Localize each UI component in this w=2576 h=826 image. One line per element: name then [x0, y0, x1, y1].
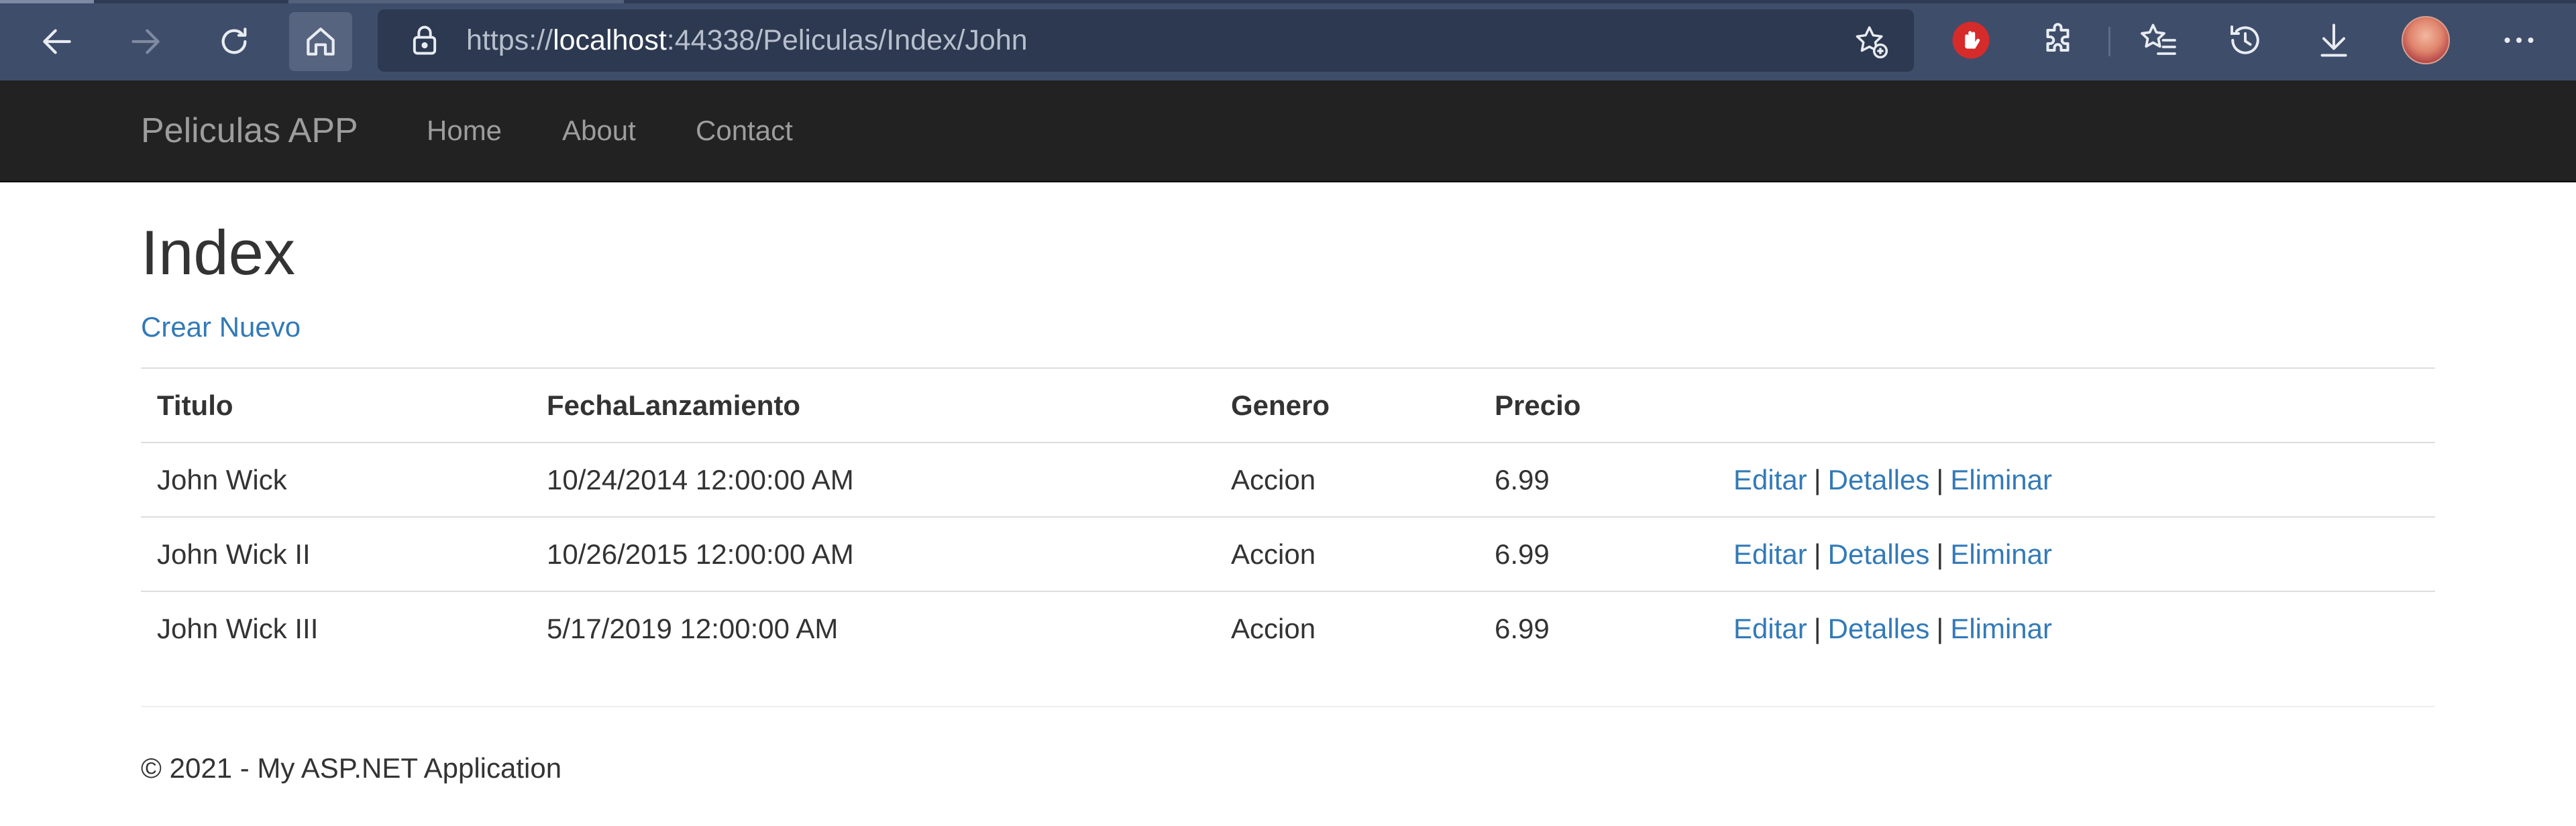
- cell-actions: Editar | Detalles | Eliminar: [1717, 591, 2435, 666]
- delete-link[interactable]: Eliminar: [1950, 613, 2052, 644]
- cell-fecha: 10/26/2015 12:00:00 AM: [531, 516, 1215, 591]
- details-link[interactable]: Detalles: [1828, 464, 1930, 495]
- cell-titulo: John Wick III: [141, 591, 531, 666]
- address-bar[interactable]: https://localhost:44338/Peliculas/Index/…: [378, 9, 1914, 72]
- details-link[interactable]: Detalles: [1828, 538, 1930, 570]
- header-genero: Genero: [1215, 367, 1479, 443]
- tab-indicator-secondary: [288, 0, 624, 3]
- url-path: :44338/Peliculas/Index/John: [666, 24, 1028, 56]
- create-new-link[interactable]: Crear Nuevo: [141, 310, 301, 345]
- edit-link[interactable]: Editar: [1733, 464, 1807, 495]
- edit-link[interactable]: Editar: [1733, 613, 1807, 644]
- action-separator: |: [1813, 613, 1821, 644]
- cell-titulo: John Wick II: [141, 516, 531, 591]
- lock-icon[interactable]: [407, 23, 442, 58]
- footer-divider: [141, 706, 2435, 707]
- action-separator: |: [1936, 538, 1944, 570]
- page-title: Index: [141, 217, 295, 288]
- more-menu-button[interactable]: [2496, 17, 2542, 64]
- refresh-icon: [221, 27, 247, 54]
- table-row: John Wick 10/24/2014 12:00:00 AM Accion …: [141, 442, 2435, 517]
- edit-link[interactable]: Editar: [1733, 538, 1807, 570]
- cell-precio: 6.99: [1479, 516, 1717, 591]
- extension-block-button[interactable]: [1947, 17, 1994, 64]
- browser-toolbar: https://localhost:44338/Peliculas/Index/…: [0, 0, 2576, 80]
- favorites-button[interactable]: [2135, 17, 2182, 64]
- back-button[interactable]: [25, 12, 89, 71]
- profile-avatar[interactable]: [2402, 16, 2450, 64]
- movies-table: Titulo FechaLanzamiento Genero Precio Jo…: [141, 367, 2435, 666]
- stop-hand-icon: [1952, 21, 1990, 59]
- star-add-icon[interactable]: [1852, 23, 1890, 60]
- url-host: localhost: [553, 24, 667, 56]
- tab-indicator: [0, 0, 94, 3]
- puzzle-icon: [2046, 23, 2070, 52]
- header-fecha: FechaLanzamiento: [531, 367, 1215, 443]
- toolbar-separator: [2108, 27, 2110, 56]
- cell-genero: Accion: [1215, 591, 1479, 666]
- header-precio: Precio: [1479, 367, 1717, 443]
- history-icon: [2231, 25, 2259, 54]
- arrow-left-icon: [43, 29, 71, 54]
- extensions-button[interactable]: [2036, 17, 2083, 64]
- footer-text: © 2021 - My ASP.NET Application: [141, 752, 562, 784]
- delete-link[interactable]: Eliminar: [1950, 538, 2052, 570]
- cell-fecha: 5/17/2019 12:00:00 AM: [531, 591, 1215, 666]
- nav-link-contact[interactable]: Contact: [696, 80, 793, 181]
- site-navbar: Peliculas APP Home About Contact: [0, 80, 2576, 182]
- home-button[interactable]: [289, 12, 352, 71]
- cell-titulo: John Wick: [141, 442, 531, 517]
- download-icon: [2320, 23, 2347, 57]
- action-separator: |: [1813, 463, 1821, 495]
- favorites-list-icon: [2141, 23, 2176, 55]
- url-scheme: https://: [466, 24, 553, 56]
- refresh-button[interactable]: [203, 12, 266, 71]
- table-header-row: Titulo FechaLanzamiento Genero Precio: [141, 367, 2435, 443]
- url-text[interactable]: https://localhost:44338/Peliculas/Index/…: [466, 9, 1028, 72]
- action-separator: |: [1936, 463, 1944, 495]
- cell-actions: Editar | Detalles | Eliminar: [1717, 516, 2435, 591]
- cell-actions: Editar | Detalles | Eliminar: [1717, 442, 2435, 517]
- arrow-right-icon: [131, 29, 160, 54]
- more-dots-icon: [2504, 38, 2534, 43]
- nav-link-home[interactable]: Home: [427, 80, 502, 181]
- header-actions: [1717, 367, 2435, 443]
- table-row: John Wick II 10/26/2015 12:00:00 AM Acci…: [141, 516, 2435, 591]
- tab-strip: [0, 0, 2576, 3]
- action-separator: |: [1936, 613, 1944, 644]
- delete-link[interactable]: Eliminar: [1950, 464, 2052, 495]
- cell-fecha: 10/24/2014 12:00:00 AM: [531, 442, 1215, 517]
- cell-genero: Accion: [1215, 516, 1479, 591]
- brand-link[interactable]: Peliculas APP: [141, 80, 358, 181]
- header-titulo: Titulo: [141, 367, 531, 443]
- action-separator: |: [1813, 538, 1821, 570]
- forward-button[interactable]: [114, 12, 177, 71]
- details-link[interactable]: Detalles: [1828, 613, 1930, 644]
- cell-precio: 6.99: [1479, 591, 1717, 666]
- table-row: John Wick III 5/17/2019 12:00:00 AM Acci…: [141, 591, 2435, 666]
- nav-link-about[interactable]: About: [562, 80, 636, 181]
- downloads-button[interactable]: [2310, 17, 2357, 64]
- history-button[interactable]: [2222, 17, 2269, 64]
- home-icon: [307, 27, 335, 56]
- cell-genero: Accion: [1215, 442, 1479, 517]
- cell-precio: 6.99: [1479, 442, 1717, 517]
